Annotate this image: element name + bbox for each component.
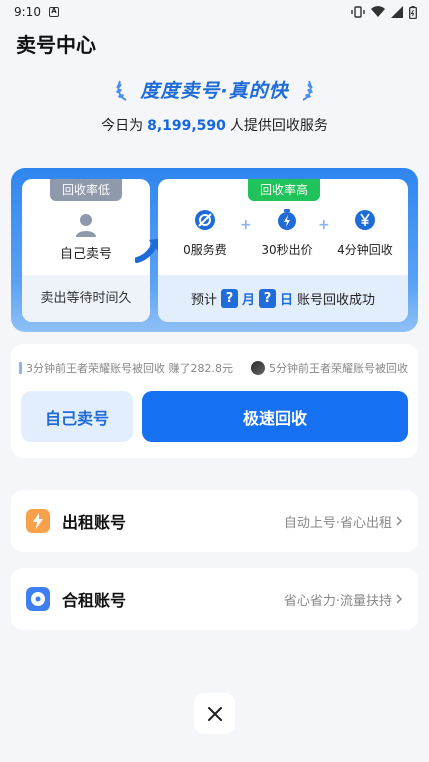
feature-fast-quote: 30秒出价 (252, 209, 322, 258)
feature-quick-recycle: 4分钟回收 (330, 209, 400, 258)
ticker-text: 3分钟前王者荣耀账号被回收 赚了282.8元 (26, 362, 233, 375)
day-label: 日 (280, 293, 294, 308)
close-button[interactable] (194, 693, 235, 734)
estimate-suffix: 账号回收成功 (297, 293, 376, 308)
served-count: 8,199,590 (147, 118, 226, 134)
low-rate-footer: 卖出等待时间久 (40, 291, 132, 306)
recycle-ticker: 3分钟前王者荣耀账号被回收 赚了282.8元 5分钟前王者荣耀账号被回收 (11, 358, 418, 378)
feature-label: 30秒出价 (261, 243, 313, 257)
wifi-icon (371, 6, 385, 18)
low-rate-card: 回收率低 自己卖号 卖出等待时间久 (22, 179, 150, 322)
row-hint-text: 自动上号·省心出租 (283, 515, 392, 531)
feature-label: 4分钟回收 (337, 243, 393, 257)
hero-banner: 度度卖号·真的快 今日为 8,199,590 人提供回收服务 (0, 76, 429, 135)
status-time: 9:10 (14, 5, 41, 19)
estimate-prefix: 预计 (190, 293, 217, 308)
disc-icon (26, 587, 50, 611)
action-card: 3分钟前王者荣耀账号被回收 赚了282.8元 5分钟前王者荣耀账号被回收 自己卖… (11, 344, 418, 458)
shared-rent-row[interactable]: 合租账号 省心省力·流量扶持 (11, 568, 418, 630)
ticker-text: 5分钟前王者荣耀账号被回收 (269, 362, 408, 375)
battery-icon (409, 5, 417, 19)
hero-subtitle: 今日为 8,199,590 人提供回收服务 (0, 115, 429, 135)
notification-icon: A (48, 7, 59, 17)
close-icon (207, 706, 222, 721)
vibrate-icon (351, 6, 365, 18)
page-title: 卖号中心 (16, 32, 96, 57)
chevron-right-icon (396, 516, 402, 526)
header: 卖号中心 (0, 24, 429, 62)
avatar (251, 361, 265, 375)
ticker-item: 5分钟前王者荣耀账号被回收 (251, 360, 408, 376)
yen-icon (355, 210, 375, 230)
high-rate-tag: 回收率高 (248, 179, 320, 201)
row-hint: 自动上号·省心出租 (284, 512, 402, 531)
chevron-right-icon (396, 594, 402, 604)
low-rate-tag: 回收率低 (50, 179, 122, 201)
estimate-footer: 预计 ? 月 ? 日 账号回收成功 (158, 275, 408, 322)
signal-icon (391, 6, 403, 18)
stopwatch-icon (278, 209, 296, 230)
person-icon (76, 214, 96, 237)
month-placeholder: ? (220, 289, 238, 308)
plus-sign: + (318, 217, 330, 233)
high-rate-card: 回收率高 0服务费 + 30秒出价 + 4分钟回收 预计 ? 月 ? 日 账号回… (158, 179, 408, 322)
self-sell-button[interactable]: 自己卖号 (21, 391, 133, 442)
status-bar: 9:10 A (0, 0, 429, 24)
self-sell-label: 自己卖号 (59, 247, 112, 262)
rent-account-row[interactable]: 出租账号 自动上号·省心出租 (11, 490, 418, 552)
row-hint: 省心省力·流量扶持 (284, 590, 402, 609)
lightning-icon (26, 509, 50, 533)
day-placeholder: ? (259, 289, 276, 308)
no-fee-icon (195, 210, 215, 230)
hero-sub-suffix: 人提供回收服务 (229, 118, 328, 134)
row-hint-text: 省心省力·流量扶持 (283, 593, 392, 609)
hero-slogan: 度度卖号·真的快 (140, 80, 289, 102)
feature-label: 0服务费 (183, 243, 227, 257)
fast-recycle-button[interactable]: 极速回收 (142, 391, 408, 442)
laurel-right-icon (302, 80, 313, 101)
row-title: 合租账号 (62, 591, 127, 610)
row-title: 出租账号 (62, 513, 127, 532)
feature-no-fee: 0服务费 (170, 209, 240, 258)
comparison-panel: 回收率低 自己卖号 卖出等待时间久 回收率高 0服务费 + 30秒出价 + 4分… (11, 168, 418, 332)
plus-sign: + (240, 217, 252, 233)
ticker-item: 3分钟前王者荣耀账号被回收 赚了282.8元 (19, 360, 233, 376)
hero-sub-prefix: 今日为 (101, 118, 144, 134)
laurel-left-icon (116, 80, 127, 101)
month-label: 月 (241, 293, 255, 308)
